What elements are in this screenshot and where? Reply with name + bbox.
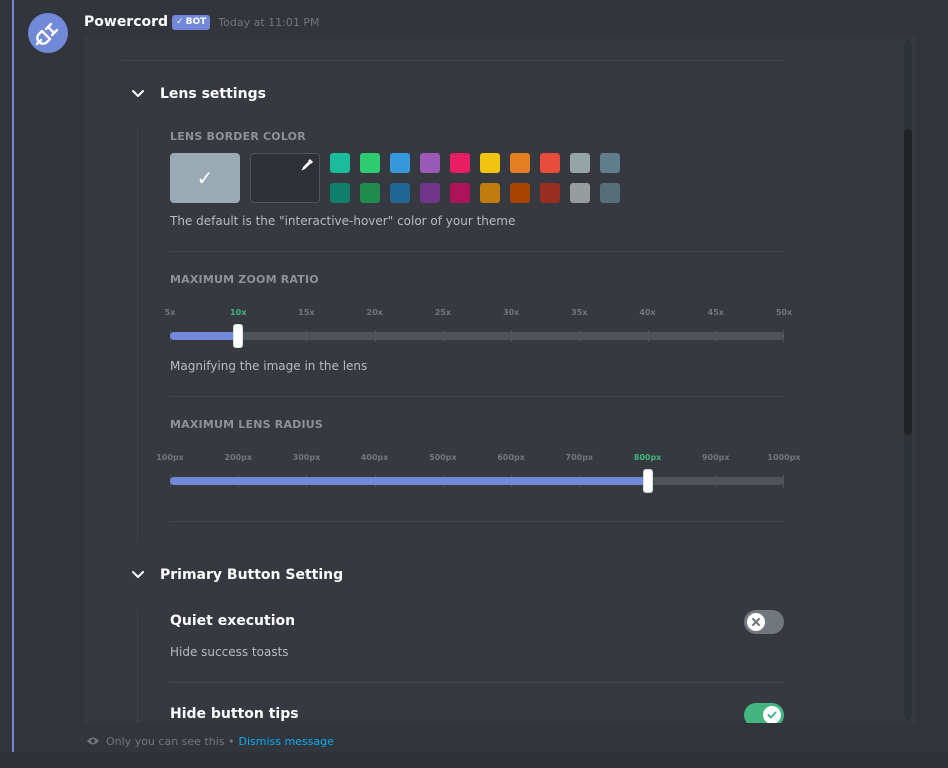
tick-label: 400px [360,453,389,462]
color-swatch[interactable] [420,183,440,203]
tick-label: 300px [292,453,321,462]
color-swatch[interactable] [330,183,350,203]
tick-label: 600px [497,453,525,462]
border-color-description: The default is the "interactive-hover" c… [170,214,516,228]
check-icon [767,711,777,719]
tick-label: 20x [366,308,383,317]
primary-button-setting-title: Primary Button Setting [160,567,344,583]
hide-button-tips-title: Hide button tips [170,706,299,722]
tick-label: 15x [298,308,315,317]
message-header: Powercord ✓ BOT Today at 11:01 PM [84,12,319,32]
dismiss-message-link[interactable]: Dismiss message [238,735,333,748]
tick-label: 700px [565,453,594,462]
chevron-down-icon [132,90,144,97]
bottom-strip [0,752,948,768]
custom-color-picker[interactable] [250,153,320,203]
tick-label: 500px [429,453,457,462]
color-swatch[interactable] [420,153,440,173]
color-swatch[interactable] [510,183,530,203]
zoom-ratio-label: MAXIMUM ZOOM RATIO [170,273,319,286]
color-swatch[interactable] [600,183,620,203]
color-swatch[interactable] [510,153,530,173]
setting-divider [170,251,784,252]
color-swatch[interactable] [450,153,470,173]
tick-label: 900px [701,453,730,462]
setting-divider [170,521,784,522]
zoom-ratio-description: Magnifying the image in the lens [170,359,368,373]
tick-label: 50x [775,308,793,317]
quiet-execution-toggle[interactable] [744,610,784,634]
section-divider [122,60,784,61]
message-highlight-bar [12,0,14,752]
bot-avatar[interactable] [28,13,68,53]
settings-panel: Lens settings LENS BORDER COLOR ✓ The de… [84,36,916,723]
color-swatch[interactable] [540,153,560,173]
scrollbar-thumb[interactable] [904,129,912,435]
tick-label: 25x [434,308,452,317]
scrollbar-track[interactable] [904,40,912,720]
toggle-knob [747,613,765,631]
tick-label: 40x [639,308,656,317]
primary-button-setting-header[interactable]: Primary Button Setting [130,567,343,583]
ephemeral-notice-text: Only you can see this • [106,734,235,748]
slider-track[interactable] [170,332,784,340]
lens-radius-slider[interactable]: 100px 200px 300px 400px 500px 600px 700px 800px… [156,453,801,493]
tick-label: 200px [224,453,253,462]
slider-handle[interactable] [233,324,244,348]
tick-label: 35x [571,308,588,317]
tick-label: 45x [707,308,724,317]
lens-settings-header[interactable]: Lens settings [130,86,266,102]
author-name[interactable]: Powercord [84,14,168,30]
section-indent-line [137,128,138,542]
color-swatch[interactable] [360,183,380,203]
color-swatch[interactable] [390,153,410,173]
message-timestamp[interactable]: Today at 11:01 PM [218,16,319,29]
color-swatch[interactable] [600,153,620,173]
color-swatch[interactable] [480,153,500,173]
eye-icon [87,737,99,745]
zoom-ratio-slider[interactable]: 5x 10x 15x 20x 25x 30x 35x 40x 45x 50x [165,308,792,348]
color-swatch[interactable] [540,183,560,203]
color-swatch[interactable] [360,153,380,173]
tick-label: 800px [633,453,662,462]
eyedropper-icon [301,159,313,171]
lens-settings-title: Lens settings [160,86,266,102]
setting-divider [170,396,784,397]
quiet-execution-description: Hide success toasts [170,645,289,659]
verified-check-icon: ✓ [176,17,184,27]
hide-button-tips-toggle[interactable] [744,703,784,723]
close-icon [752,618,760,626]
toggle-knob [763,706,781,723]
slider-fill [170,477,648,485]
bot-badge: ✓ BOT [172,14,211,30]
color-swatch[interactable] [570,183,590,203]
ephemeral-notice: Only you can see this • Dismiss message [86,733,334,749]
tick-label: 1000px [767,453,801,462]
color-swatch[interactable] [330,153,350,173]
color-swatch[interactable] [480,183,500,203]
bot-badge-label: BOT [185,17,207,27]
check-icon: ✓ [196,166,214,190]
color-swatch[interactable] [390,183,410,203]
section-indent-line [137,609,138,723]
color-swatch[interactable] [450,183,470,203]
tick-label: 30x [502,308,520,317]
tick-label: 10x [230,308,247,317]
quiet-execution-title: Quiet execution [170,613,296,629]
slider-fill [170,332,239,340]
color-swatch[interactable] [570,153,590,173]
default-color-swatch[interactable]: ✓ [170,153,240,203]
tick-label: 5x [164,308,176,317]
lens-border-color-label: LENS BORDER COLOR [170,130,306,143]
setting-divider [170,682,784,683]
chevron-down-icon [132,571,144,578]
lens-radius-label: MAXIMUM LENS RADIUS [170,418,324,431]
plug-icon [35,22,59,46]
tick-label: 100px [156,453,184,462]
slider-handle[interactable] [642,469,653,493]
